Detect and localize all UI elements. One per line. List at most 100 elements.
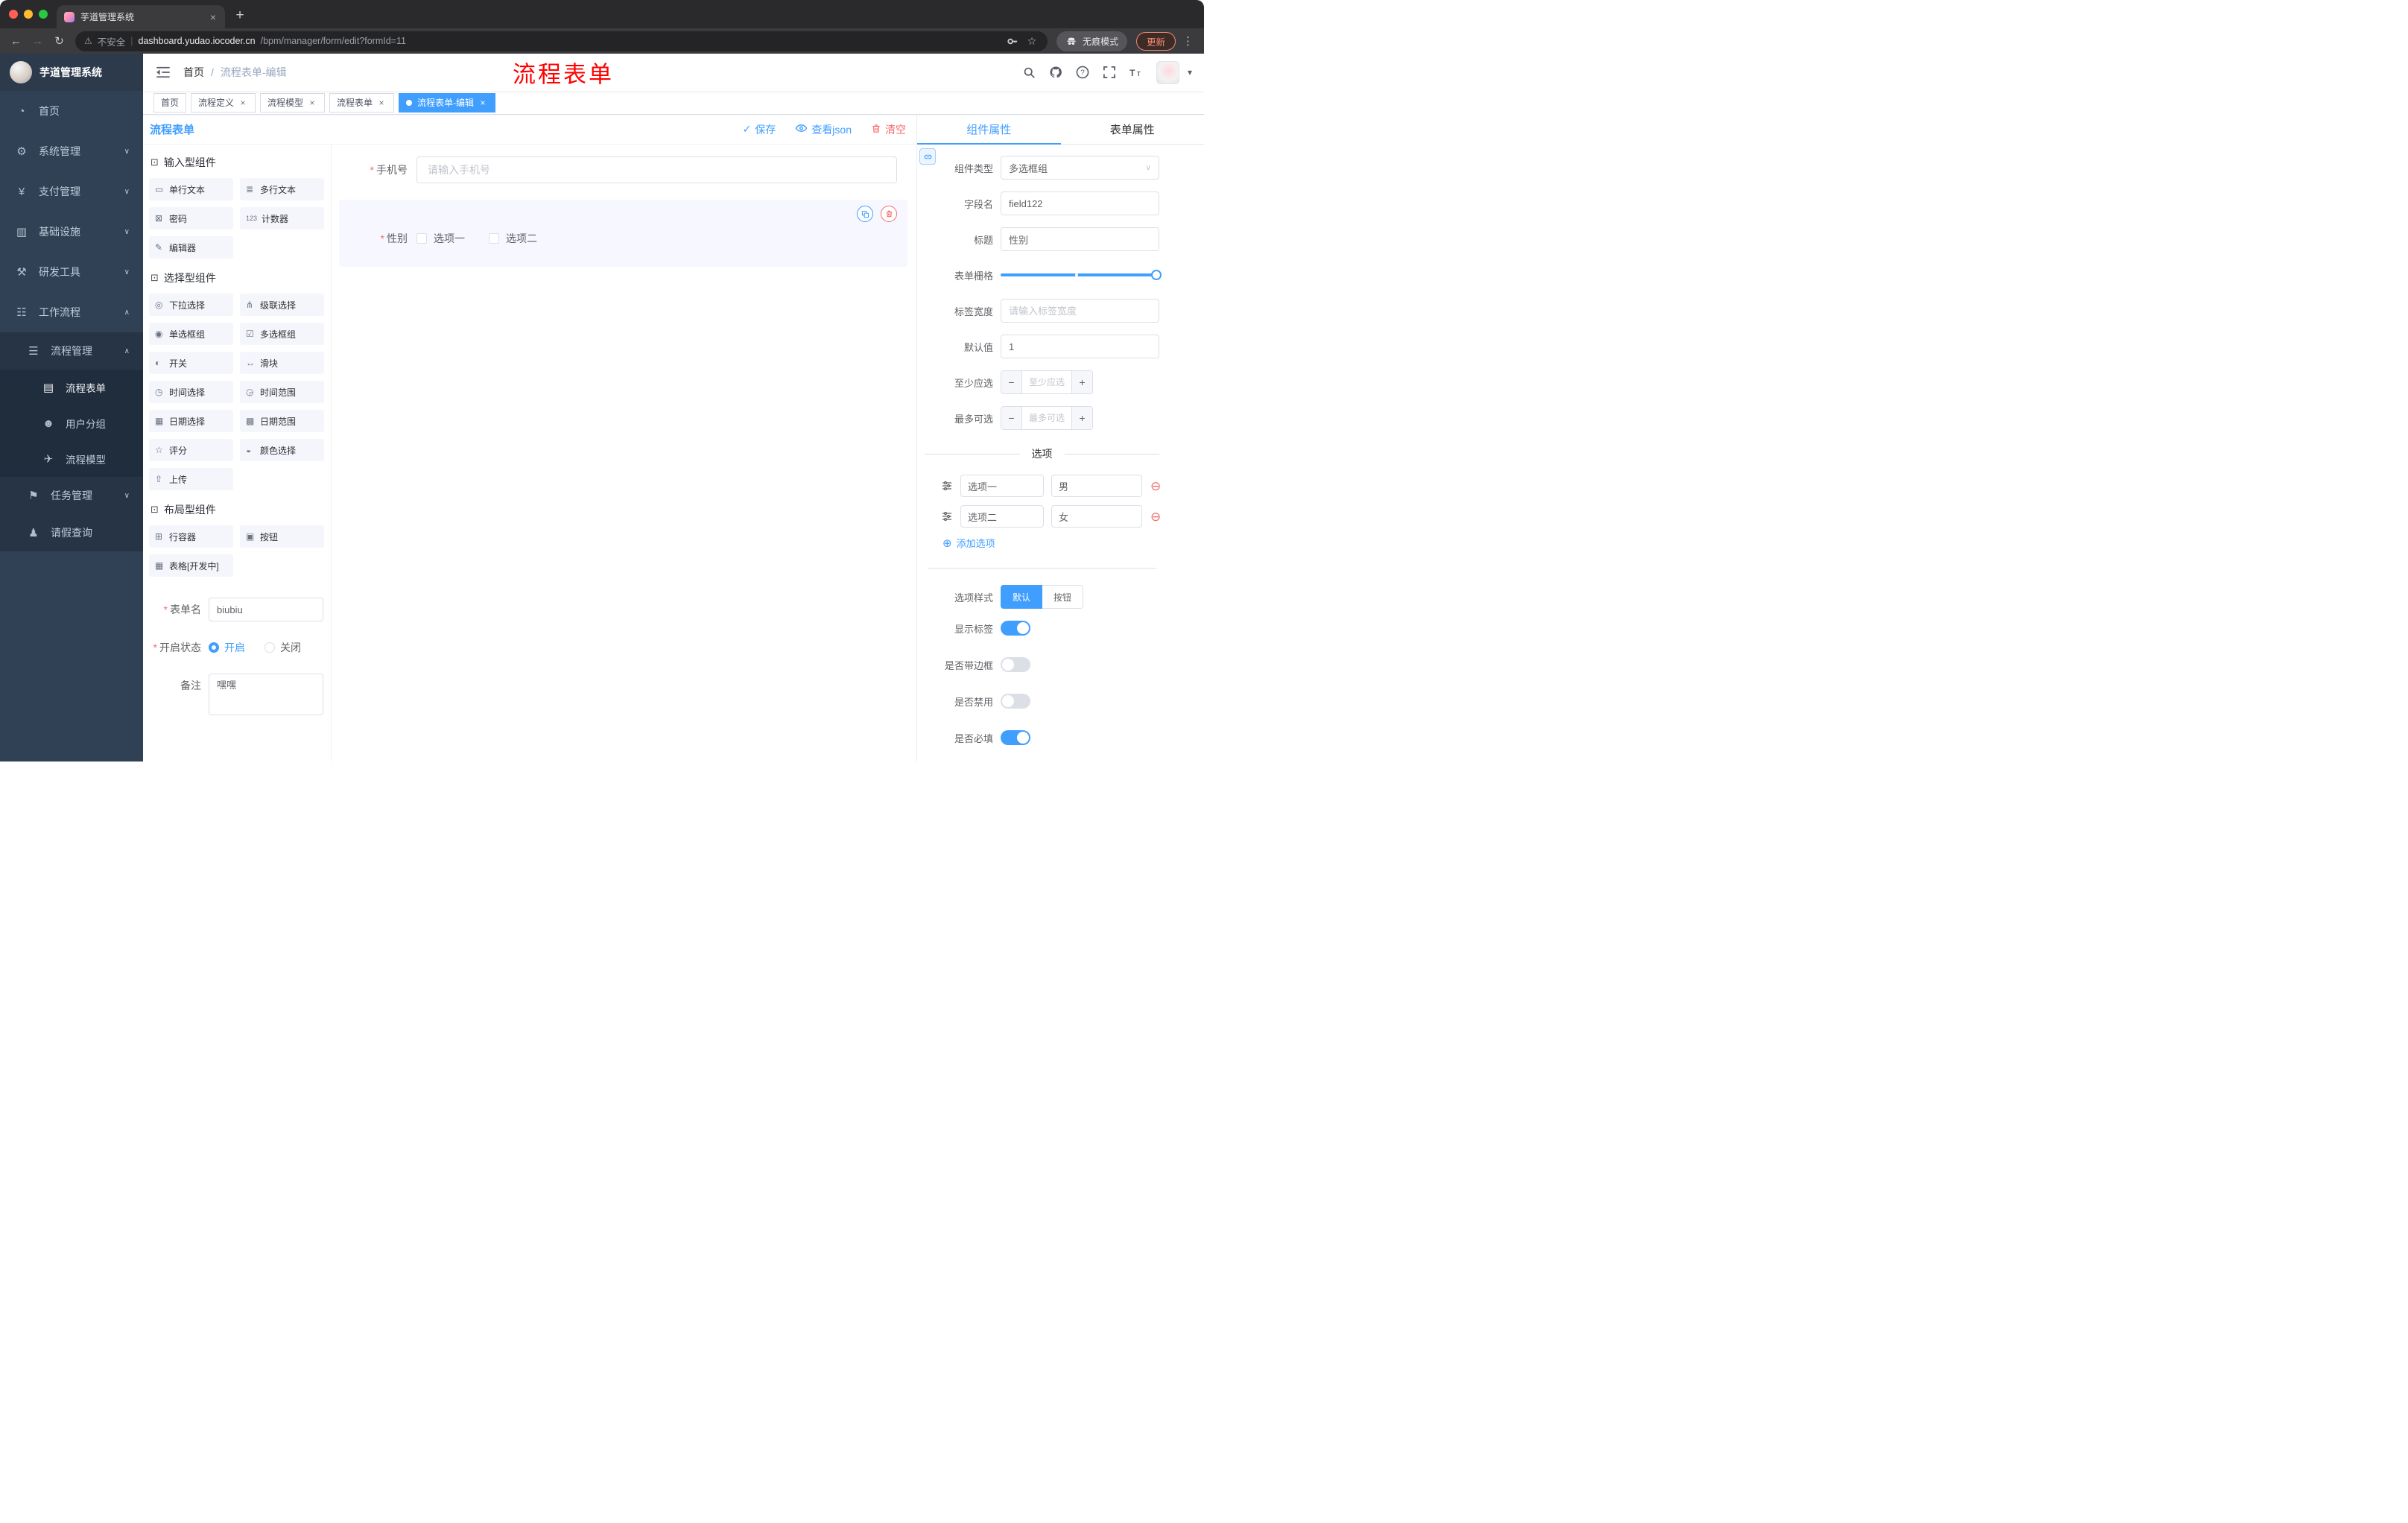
tag-close-icon[interactable]: × (238, 98, 248, 108)
sidebar-item-workflow[interactable]: ☷ 工作流程 ∧ (0, 292, 143, 332)
style-button-button[interactable]: 按钮 (1042, 585, 1084, 609)
font-size-icon[interactable]: TT (1129, 66, 1144, 80)
required-switch[interactable] (1001, 730, 1030, 745)
sidebar-item-devtools[interactable]: ⚒ 研发工具 ∨ (0, 252, 143, 292)
show-label-switch[interactable] (1001, 621, 1030, 636)
tag-process-form[interactable]: 流程表单 × (329, 92, 395, 113)
reload-button[interactable]: ↻ (49, 31, 69, 51)
tag-close-icon[interactable]: × (376, 98, 387, 108)
add-option-button[interactable]: ⊕ 添加选项 (942, 536, 1159, 550)
status-radio-off[interactable]: 关闭 (264, 640, 301, 655)
github-icon[interactable] (1049, 66, 1063, 80)
palette-item-counter[interactable]: 123 计数器 (240, 207, 324, 229)
remove-option-icon[interactable]: ⊖ (1150, 510, 1161, 523)
label-width-input[interactable] (1001, 299, 1159, 323)
style-default-button[interactable]: 默认 (1001, 585, 1043, 609)
palette-item-row-container[interactable]: ⊞ 行容器 (149, 525, 233, 548)
sidebar-item-process-management[interactable]: ☰ 流程管理 ∧ (0, 332, 143, 370)
password-key-icon[interactable] (1007, 34, 1020, 48)
field-name-input[interactable] (1001, 191, 1159, 215)
checkbox-icon[interactable] (489, 233, 499, 244)
status-radio-on[interactable]: 开启 (209, 640, 245, 655)
min-select-input[interactable] (1022, 371, 1071, 393)
plus-button[interactable]: + (1071, 407, 1092, 429)
canvas-field-gender-selected[interactable]: * 性别 选项一 选项二 (339, 200, 907, 267)
menu-fold-icon[interactable] (155, 64, 171, 80)
option-label-input[interactable] (960, 475, 1044, 497)
tag-process-model[interactable]: 流程模型 × (260, 92, 326, 113)
browser-update-button[interactable]: 更新 (1135, 31, 1176, 51)
tag-close-icon[interactable]: × (307, 98, 317, 108)
remark-textarea[interactable]: 嘿嘿 (209, 674, 323, 715)
delete-field-button[interactable] (881, 206, 897, 222)
sidebar-item-process-model[interactable]: ✈ 流程模型 (0, 441, 143, 477)
sidebar-item-infrastructure[interactable]: ▥ 基础设施 ∨ (0, 212, 143, 252)
sidebar-item-payment[interactable]: ¥ 支付管理 ∨ (0, 171, 143, 212)
palette-item-upload[interactable]: ⇧ 上传 (149, 468, 233, 490)
checkbox-icon[interactable] (416, 233, 427, 244)
back-button[interactable]: ← (6, 31, 26, 51)
plus-button[interactable]: + (1071, 371, 1092, 393)
palette-item-table[interactable]: ▦ 表格[开发中] (149, 554, 233, 577)
forward-button[interactable]: → (28, 31, 48, 51)
minus-button[interactable]: − (1001, 371, 1022, 393)
palette-item-checkbox-group[interactable]: ☑ 多选框组 (240, 323, 324, 345)
tab-close-icon[interactable]: × (209, 11, 218, 23)
sidebar-logo[interactable]: 芋道管理系统 (0, 54, 143, 91)
sidebar-item-user-group[interactable]: ☻ 用户分组 (0, 405, 143, 441)
palette-item-slider[interactable]: ↔ 滑块 (240, 352, 324, 374)
palette-item-date-picker[interactable]: ▦ 日期选择 (149, 410, 233, 432)
title-input[interactable] (1001, 227, 1159, 251)
tag-close-icon[interactable]: × (478, 98, 488, 108)
sidebar-item-system[interactable]: ⚙ 系统管理 ∨ (0, 131, 143, 171)
bookmark-star-icon[interactable]: ☆ (1025, 34, 1039, 48)
window-minimize-button[interactable] (24, 10, 33, 19)
user-avatar[interactable] (1156, 60, 1179, 84)
max-select-input[interactable] (1022, 407, 1071, 429)
palette-item-button[interactable]: ▣ 按钮 (240, 525, 324, 548)
view-json-button[interactable]: 查看json (795, 122, 852, 137)
sidebar-item-task-management[interactable]: ⚑ 任务管理 ∨ (0, 477, 143, 514)
form-name-input[interactable] (209, 598, 323, 621)
copy-field-button[interactable] (857, 206, 873, 222)
palette-item-password[interactable]: ⊠ 密码 (149, 207, 233, 229)
sidebar-item-process-form[interactable]: ▤ 流程表单 (0, 370, 143, 405)
address-bar[interactable]: ⚠ 不安全 | dashboard.yudao.iocoder.cn/bpm/m… (75, 31, 1048, 51)
search-icon[interactable] (1022, 66, 1036, 80)
save-button[interactable]: ✓ 保存 (743, 122, 776, 137)
link-icon[interactable] (919, 148, 936, 165)
browser-tab[interactable]: 芋道管理系统 × (57, 5, 225, 28)
component-type-select[interactable]: 多选框组 ∨ (1001, 156, 1159, 180)
avatar-caret-icon[interactable]: ▾ (1188, 67, 1192, 77)
palette-item-color-picker[interactable]: ◒ 颜色选择 (240, 439, 324, 461)
remove-option-icon[interactable]: ⊖ (1150, 480, 1161, 493)
option-label-input[interactable] (960, 505, 1044, 528)
palette-item-multi-line-text[interactable]: ≣ 多行文本 (240, 178, 324, 200)
tab-form-props[interactable]: 表单属性 (1061, 115, 1205, 144)
new-tab-button[interactable]: + (229, 5, 250, 26)
palette-item-dropdown[interactable]: ◎ 下拉选择 (149, 294, 233, 316)
palette-item-rate[interactable]: ☆ 评分 (149, 439, 233, 461)
drag-handle-icon[interactable] (941, 510, 953, 522)
tag-process-form-edit[interactable]: 流程表单-编辑 × (399, 92, 496, 113)
palette-item-editor[interactable]: ✎ 编辑器 (149, 236, 233, 259)
window-close-button[interactable] (9, 10, 18, 19)
browser-menu-icon[interactable]: ⋮ (1177, 34, 1197, 48)
clear-button[interactable]: 清空 (871, 122, 906, 137)
slider-handle[interactable] (1151, 270, 1162, 280)
fullscreen-icon[interactable] (1103, 66, 1117, 80)
default-value-input[interactable] (1001, 335, 1159, 358)
option-value-input[interactable] (1051, 475, 1142, 497)
window-zoom-button[interactable] (39, 10, 48, 19)
palette-item-date-range[interactable]: ▩ 日期范围 (240, 410, 324, 432)
breadcrumb-home[interactable]: 首页 (183, 65, 204, 80)
tag-home[interactable]: 首页 (153, 92, 187, 113)
help-icon[interactable]: ? (1076, 66, 1090, 80)
minus-button[interactable]: − (1001, 407, 1022, 429)
palette-item-radio-group[interactable]: ◉ 单选框组 (149, 323, 233, 345)
palette-item-time-picker[interactable]: ◷ 时间选择 (149, 381, 233, 403)
sidebar-item-leave-query[interactable]: ♟ 请假查询 (0, 514, 143, 551)
grid-slider[interactable] (1001, 263, 1162, 287)
palette-item-switch[interactable]: ◐ 开关 (149, 352, 233, 374)
form-canvas[interactable]: * 手机号 请输入手机号 * 性别 选项一 选项二 (332, 145, 916, 762)
